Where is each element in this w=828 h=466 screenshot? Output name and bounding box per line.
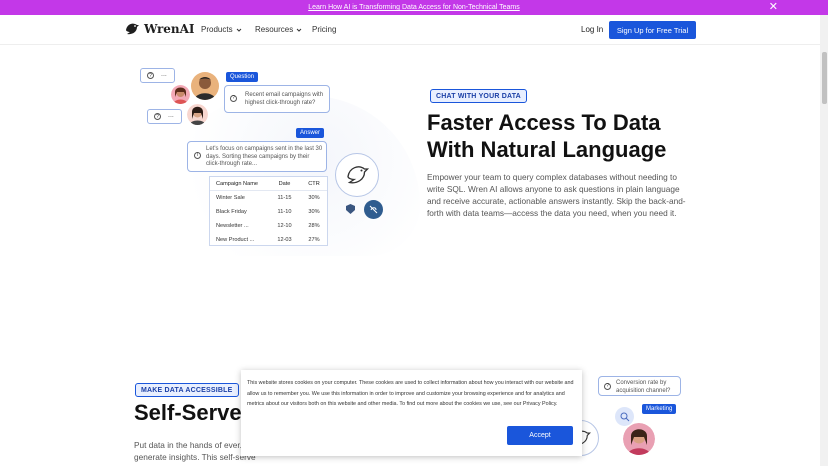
top-nav: WrenAI Products Resources Pricing Log In… xyxy=(0,15,820,45)
postgres-icon xyxy=(364,200,383,219)
mini-question-pill: ? ... xyxy=(140,68,175,83)
answer-bubble: i Let's focus on campaigns sent in the l… xyxy=(187,141,327,172)
chevron-down-icon xyxy=(296,28,302,32)
announcement-link[interactable]: Learn How AI is Transforming Data Access… xyxy=(308,4,520,11)
chevron-down-icon xyxy=(236,28,241,32)
marketing-label: Marketing xyxy=(642,404,677,414)
avatar xyxy=(171,85,190,104)
question-icon: ? xyxy=(604,383,611,390)
table-cell: 12-10 xyxy=(277,223,292,229)
hero-description: Empower your team to query complex datab… xyxy=(427,172,686,218)
database-icon xyxy=(346,204,355,214)
table-cell: 28% xyxy=(308,223,320,229)
section2-title: Self-Serve xyxy=(134,400,242,425)
hero-title-line: Faster Access To Data xyxy=(427,110,661,135)
logo-text: WrenAI xyxy=(144,22,195,36)
search-icon xyxy=(615,407,634,426)
question-text: Recent email campaigns with highest clic… xyxy=(245,92,324,106)
table-cell: 12-03 xyxy=(277,237,292,243)
hero-title-line: With Natural Language xyxy=(427,137,667,162)
info-icon: i xyxy=(194,152,201,159)
avatar xyxy=(623,423,655,455)
table-row: Black Friday 11-10 30% xyxy=(210,205,327,219)
table-cell: New Product ... xyxy=(216,237,255,243)
table-cell: Newsletter ... xyxy=(216,223,249,229)
cookie-text: This website stores cookies on your comp… xyxy=(247,380,574,407)
question-icon: ? xyxy=(147,72,154,79)
question-label: Question xyxy=(226,72,259,82)
wren-bird-icon xyxy=(126,23,139,35)
announcement-bar: Learn How AI is Transforming Data Access… xyxy=(0,0,828,15)
avatar xyxy=(187,104,208,125)
cookie-banner: This website stores cookies on your comp… xyxy=(241,370,582,456)
hero-tag: CHAT WITH YOUR DATA xyxy=(430,89,527,103)
nav-pricing-label: Pricing xyxy=(312,25,337,34)
login-link[interactable]: Log In xyxy=(581,25,603,34)
section2-tag: MAKE DATA ACCESSIBLE xyxy=(135,383,239,397)
table-cell: 11-15 xyxy=(277,195,292,201)
question-bubble: ? Recent email campaigns with highest cl… xyxy=(224,85,330,113)
conversion-question-text: Conversion rate by acquisition channel? xyxy=(616,380,671,394)
signup-button[interactable]: Sign Up for Free Trial xyxy=(609,21,696,39)
scrollbar-thumb[interactable] xyxy=(822,52,827,104)
ellipsis: ... xyxy=(168,112,174,119)
nav-resources-label: Resources xyxy=(255,25,294,34)
conversion-question-bubble: ? Conversion rate by acquisition channel… xyxy=(598,376,681,396)
table-row: New Product ... 12-03 27% xyxy=(210,233,327,247)
table-cell: 27% xyxy=(308,237,320,243)
table-row: Winter Sale 11-15 30% xyxy=(210,191,327,205)
avatar xyxy=(191,72,219,100)
table-header-cell: Campaign Name xyxy=(216,180,258,187)
table-cell: Black Friday xyxy=(216,209,247,215)
nav-products-label: Products xyxy=(201,25,233,34)
table-row: Newsletter ... 12-10 28% xyxy=(210,219,327,233)
accept-cookies-button[interactable]: Accept xyxy=(507,426,573,445)
hero-title: Faster Access To Data With Natural Langu… xyxy=(427,109,727,163)
wren-bird-icon xyxy=(335,153,379,197)
nav-resources[interactable]: Resources xyxy=(255,25,302,34)
answer-text: Let's focus on campaigns sent in the las… xyxy=(206,146,323,167)
table-header-cell: CTR xyxy=(308,180,320,187)
table-cell: Winter Sale xyxy=(216,195,245,201)
table-header-cell: Date xyxy=(278,180,291,187)
nav-products[interactable]: Products xyxy=(201,25,242,34)
table-cell: 11-10 xyxy=(277,209,292,215)
question-icon: ? xyxy=(230,95,237,102)
result-table: Campaign Name Date CTR Winter Sale 11-15… xyxy=(209,176,328,246)
table-cell: 30% xyxy=(308,209,320,215)
logo[interactable]: WrenAI xyxy=(124,21,195,37)
mini-question-pill: ? ... xyxy=(147,109,182,124)
nav-pricing[interactable]: Pricing xyxy=(312,25,336,34)
close-icon[interactable]: ✕ xyxy=(769,1,778,14)
ellipsis: ... xyxy=(161,71,167,78)
table-header: Campaign Name Date CTR xyxy=(210,177,327,191)
answer-label: Answer xyxy=(296,128,325,138)
table-cell: 30% xyxy=(308,195,320,201)
question-icon: ? xyxy=(154,113,161,120)
